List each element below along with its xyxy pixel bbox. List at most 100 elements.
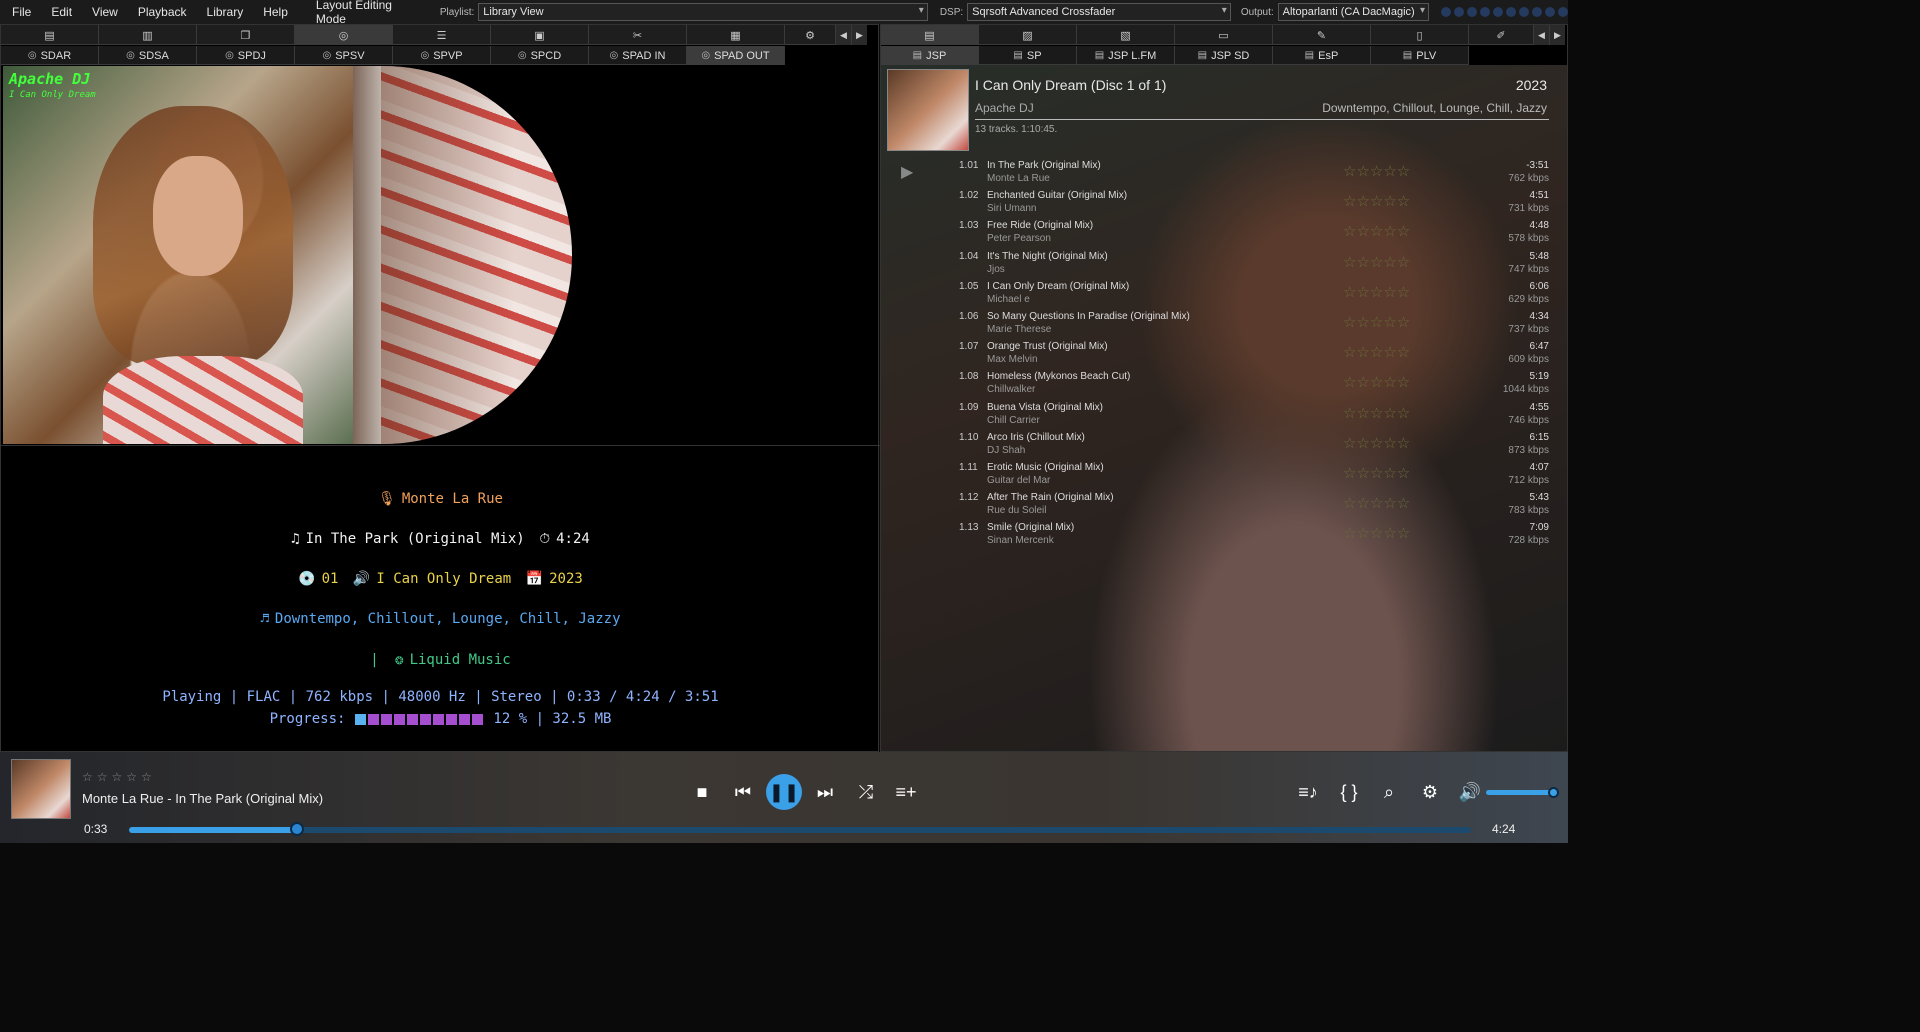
tray-icon[interactable] <box>1441 7 1451 17</box>
seek-bar[interactable] <box>129 827 1471 833</box>
tab-jsp-sd[interactable]: ▤ JSP SD <box>1175 46 1273 65</box>
menu-help[interactable]: Help <box>251 5 296 19</box>
tray-icon[interactable] <box>1545 7 1555 17</box>
tab-jsp-lfm[interactable]: ▤ JSP L.FM <box>1077 46 1175 65</box>
playlist-select[interactable]: Library View ▾ <box>478 3 928 21</box>
rating-stars[interactable]: ☆☆☆☆☆ <box>82 770 156 784</box>
output-value: Altoparlanti (CA DacMagic) <box>1282 6 1415 18</box>
tray-icon[interactable] <box>1519 7 1529 17</box>
track-row[interactable]: 1.04 It's The Night (Original Mix) Jjos ☆☆☆… <box>881 249 1567 279</box>
tray-icon[interactable] <box>1467 7 1477 17</box>
previous-button[interactable]: ⏮ <box>727 776 759 808</box>
layout-editing-mode[interactable]: Layout Editing Mode <box>304 0 430 26</box>
tray-icon[interactable] <box>1480 7 1490 17</box>
track-rating[interactable]: ☆☆☆☆☆ <box>1343 464 1410 482</box>
volume-slider[interactable] <box>1486 790 1554 795</box>
tab-spcd[interactable]: ◎ SPCD <box>491 46 589 65</box>
tab-sp[interactable]: ▤ SP <box>979 46 1077 65</box>
volume-knob[interactable] <box>1548 787 1559 798</box>
tray-icon[interactable] <box>1558 7 1568 17</box>
tab-jsp[interactable]: ▤ JSP <box>881 46 979 65</box>
track-rating[interactable]: ☆☆☆☆☆ <box>1343 494 1410 512</box>
tab-esp[interactable]: ▤ EsP <box>1273 46 1371 65</box>
tray-icon[interactable] <box>1506 7 1516 17</box>
stop-button[interactable]: ■ <box>686 776 718 808</box>
right-tab-bar: ▤ JSP ▤ SP ▤ JSP L.FM ▤ JSP SD ▤ EsP ▤ PLV <box>881 46 1469 65</box>
arrow-left-icon[interactable]: ◀ <box>1533 25 1549 45</box>
tab-spad-in[interactable]: ◎ SPAD IN <box>589 46 687 65</box>
track-rating[interactable]: ☆☆☆☆☆ <box>1343 313 1410 331</box>
pause-button[interactable]: ❚❚ <box>766 774 802 810</box>
menu-file[interactable]: File <box>0 5 39 19</box>
book-icon[interactable]: ▥ <box>99 25 197 45</box>
track-row[interactable]: 1.01 In The Park (Original Mix) Monte La R… <box>881 158 1567 188</box>
tab-sdar[interactable]: ◎ SDAR <box>1 46 99 65</box>
menu-playback[interactable]: Playback <box>126 5 195 19</box>
tab-spvp[interactable]: ◎ SPVP <box>393 46 491 65</box>
now-playing-thumbnail[interactable] <box>11 759 71 819</box>
track-row[interactable]: 1.13 Smile (Original Mix) Sinan Mercenk ☆☆☆… <box>881 520 1567 550</box>
menu-view[interactable]: View <box>80 5 126 19</box>
queue-button[interactable]: ≡♪ <box>1292 776 1324 808</box>
arrow-right-icon[interactable]: ▶ <box>851 25 867 45</box>
track-row[interactable]: 1.07 Orange Trust (Original Mix) Max Melvi… <box>881 339 1567 369</box>
image-icon[interactable]: ▨ <box>979 25 1077 45</box>
dsp-select[interactable]: Sqrsoft Advanced Crossfader ▾ <box>967 3 1231 21</box>
tray-icon[interactable] <box>1454 7 1464 17</box>
tray-icon[interactable] <box>1532 7 1542 17</box>
brush-icon[interactable]: ✎ <box>1273 25 1371 45</box>
volume-button[interactable]: 🔊 <box>1454 776 1486 808</box>
tab-sdsa[interactable]: ◎ SDSA <box>99 46 197 65</box>
track-rating[interactable]: ☆☆☆☆☆ <box>1343 404 1410 422</box>
output-select[interactable]: Altoparlanti (CA DacMagic) ▾ <box>1277 3 1429 21</box>
record-icon[interactable]: ◎ <box>295 25 393 45</box>
layers-icon[interactable]: ▣ <box>491 25 589 45</box>
page-icon[interactable]: ▯ <box>1371 25 1469 45</box>
track-rating[interactable]: ☆☆☆☆☆ <box>1343 283 1410 301</box>
track-rating[interactable]: ☆☆☆☆☆ <box>1343 253 1410 271</box>
track-rating[interactable]: ☆☆☆☆☆ <box>1343 162 1410 180</box>
track-rating[interactable]: ☆☆☆☆☆ <box>1343 373 1410 391</box>
edit-icon[interactable]: ✐ <box>1469 25 1533 45</box>
copy-icon[interactable]: ❐ <box>197 25 295 45</box>
columns-icon[interactable]: ☰ <box>393 25 491 45</box>
seek-knob[interactable] <box>289 822 304 836</box>
shuffle-button[interactable]: ⤮ <box>850 776 882 808</box>
track-rating[interactable]: ☆☆☆☆☆ <box>1343 222 1410 240</box>
chart-icon[interactable]: ▦ <box>687 25 785 45</box>
monitor-icon[interactable]: ▭ <box>1175 25 1273 45</box>
track-rating[interactable]: ☆☆☆☆☆ <box>1343 343 1410 361</box>
track-row[interactable]: 1.08 Homeless (Mykonos Beach Cut) Chillwal… <box>881 369 1567 399</box>
track-row[interactable]: 1.05 I Can Only Dream (Original Mix) Micha… <box>881 279 1567 309</box>
add-to-queue-button[interactable]: ≡+ <box>890 776 922 808</box>
tools-icon[interactable]: ✂ <box>589 25 687 45</box>
menu-library[interactable]: Library <box>195 5 252 19</box>
track-row[interactable]: 1.06 So Many Questions In Paradise (Origi… <box>881 309 1567 339</box>
track-row[interactable]: 1.10 Arco Iris (Chillout Mix) DJ Shah ☆☆☆☆☆… <box>881 430 1567 460</box>
track-number: 1.02 <box>959 190 979 202</box>
tab-spdj[interactable]: ◎ SPDJ <box>197 46 295 65</box>
tab-plv[interactable]: ▤ PLV <box>1371 46 1469 65</box>
settings-button[interactable]: ⚙ <box>1414 776 1446 808</box>
track-row[interactable]: 1.02 Enchanted Guitar (Original Mix) Siri … <box>881 188 1567 218</box>
track-rating[interactable]: ☆☆☆☆☆ <box>1343 192 1410 210</box>
track-rating[interactable]: ☆☆☆☆☆ <box>1343 434 1410 452</box>
tab-spad-out[interactable]: ◎ SPAD OUT <box>687 46 785 65</box>
gear-icon[interactable]: ⚙ <box>785 25 835 45</box>
track-row[interactable]: 1.09 Buena Vista (Original Mix) Chill Carr… <box>881 400 1567 430</box>
tab-spsv[interactable]: ◎ SPSV <box>295 46 393 65</box>
track-row[interactable]: 1.12 After The Rain (Original Mix) Rue du … <box>881 490 1567 520</box>
tray-icon[interactable] <box>1493 7 1503 17</box>
track-rating[interactable]: ☆☆☆☆☆ <box>1343 524 1410 542</box>
track-row[interactable]: 1.11 Erotic Music (Original Mix) Guitar de… <box>881 460 1567 490</box>
search-button[interactable]: ⌕ <box>1373 776 1405 808</box>
image-icon[interactable]: ▧ <box>1077 25 1175 45</box>
document-icon[interactable]: ▤ <box>1 25 99 45</box>
arrow-right-icon[interactable]: ▶ <box>1549 25 1565 45</box>
menu-edit[interactable]: Edit <box>39 5 80 19</box>
arrow-left-icon[interactable]: ◀ <box>835 25 851 45</box>
track-row[interactable]: 1.03 Free Ride (Original Mix) Peter Pearso… <box>881 218 1567 248</box>
next-button[interactable]: ⏭ <box>809 776 841 808</box>
braces-button[interactable]: { } <box>1333 776 1365 808</box>
document-icon[interactable]: ▤ <box>881 25 979 45</box>
